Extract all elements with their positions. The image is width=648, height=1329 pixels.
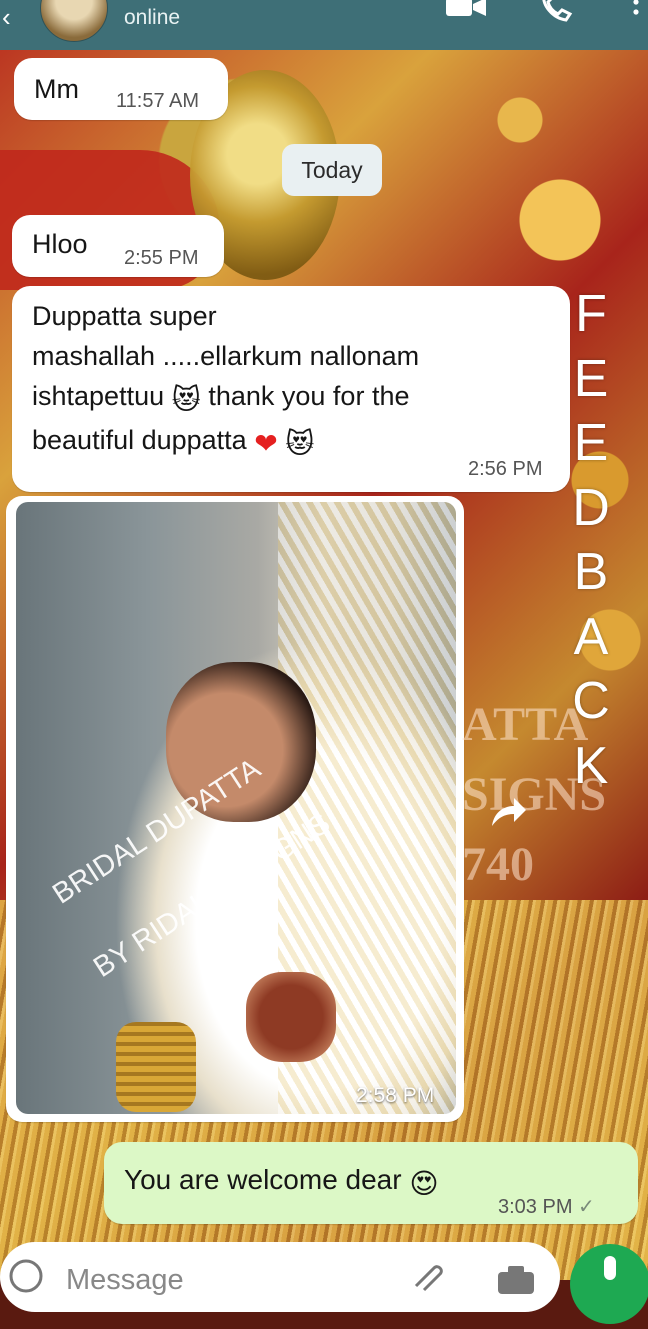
heart-eyes-emoji: 😍	[409, 1168, 439, 1199]
emoji-icon[interactable]	[8, 1258, 44, 1294]
overlay-letter: K	[573, 736, 609, 795]
camera-icon[interactable]	[496, 1264, 536, 1294]
message-time: 11:57 AM	[116, 90, 200, 112]
overlay-letter: E	[573, 349, 609, 408]
voice-call-icon[interactable]	[540, 0, 574, 22]
message-time: 2:58 PM	[356, 1084, 435, 1107]
overlay-letter: B	[573, 543, 609, 601]
chat-header: ‹ online	[0, 0, 648, 50]
photo-hand	[246, 972, 336, 1062]
photo-bangles	[116, 1022, 196, 1112]
mic-button[interactable]	[570, 1244, 648, 1324]
overlay-letter: D	[572, 478, 610, 537]
forward-icon[interactable]	[486, 790, 530, 834]
message-text: Duppatta super mashallah .....ellarkum n…	[32, 296, 492, 464]
message-line: beautiful duppatta ❤ 😻	[32, 420, 492, 464]
back-icon[interactable]: ‹	[2, 4, 11, 30]
outgoing-message[interactable]: You are welcome dear 😍 3:03 PM ✓	[104, 1142, 638, 1224]
menu-icon[interactable]	[630, 0, 642, 22]
message-text: Mm	[34, 74, 79, 104]
message-line: mashallah .....ellarkum nallonam	[32, 341, 420, 371]
message-input[interactable]: Message	[66, 1264, 184, 1297]
incoming-image-message[interactable]: BRIDAL DUPATTA BY RIDAH DESIGNS 2:58 PM	[6, 496, 464, 1122]
red-heart-emoji: ❤	[254, 428, 278, 459]
message-text: Hloo	[32, 229, 88, 259]
message-line: Duppatta super	[32, 301, 217, 331]
message-time: 3:03 PM ✓	[498, 1194, 595, 1219]
heart-eyes-cat-emoji: 😻	[285, 428, 315, 459]
mic-icon	[604, 1256, 616, 1280]
avatar[interactable]	[40, 0, 108, 42]
video-call-icon[interactable]	[446, 0, 486, 18]
overlay-letter: F	[575, 285, 607, 343]
bridal-photo[interactable]: BRIDAL DUPATTA BY RIDAH DESIGNS	[16, 502, 456, 1114]
sent-tick-icon: ✓	[578, 1196, 595, 1218]
feedback-overlay-text: F E E D B A C K	[566, 282, 616, 798]
message-line: ishtapettuu 😻 thank you for the	[32, 376, 492, 420]
message-fragment: You are welcome dear	[124, 1164, 402, 1195]
message-fragment: thank you for the	[208, 381, 410, 411]
overlay-letter: E	[573, 414, 609, 472]
overlay-letter: A	[573, 607, 609, 666]
heart-eyes-cat-emoji: 😻	[171, 384, 201, 415]
contact-status: online	[124, 6, 181, 29]
date-chip: Today	[282, 144, 382, 196]
incoming-message[interactable]: Duppatta super mashallah .....ellarkum n…	[12, 286, 570, 492]
message-fragment: ishtapettuu	[32, 381, 165, 411]
message-text: You are welcome dear 😍	[124, 1164, 439, 1200]
overlay-letter: C	[572, 672, 610, 730]
message-time: 2:55 PM	[124, 247, 199, 269]
message-time: 2:56 PM	[468, 458, 543, 480]
attach-icon[interactable]	[410, 1262, 448, 1292]
message-time-value: 3:03 PM	[498, 1196, 573, 1218]
incoming-message[interactable]: Mm 11:57 AM	[14, 58, 228, 120]
incoming-message[interactable]: Hloo 2:55 PM	[12, 215, 224, 277]
wallpaper-text-line: 740	[462, 838, 534, 891]
message-fragment: beautiful duppatta	[32, 425, 247, 455]
